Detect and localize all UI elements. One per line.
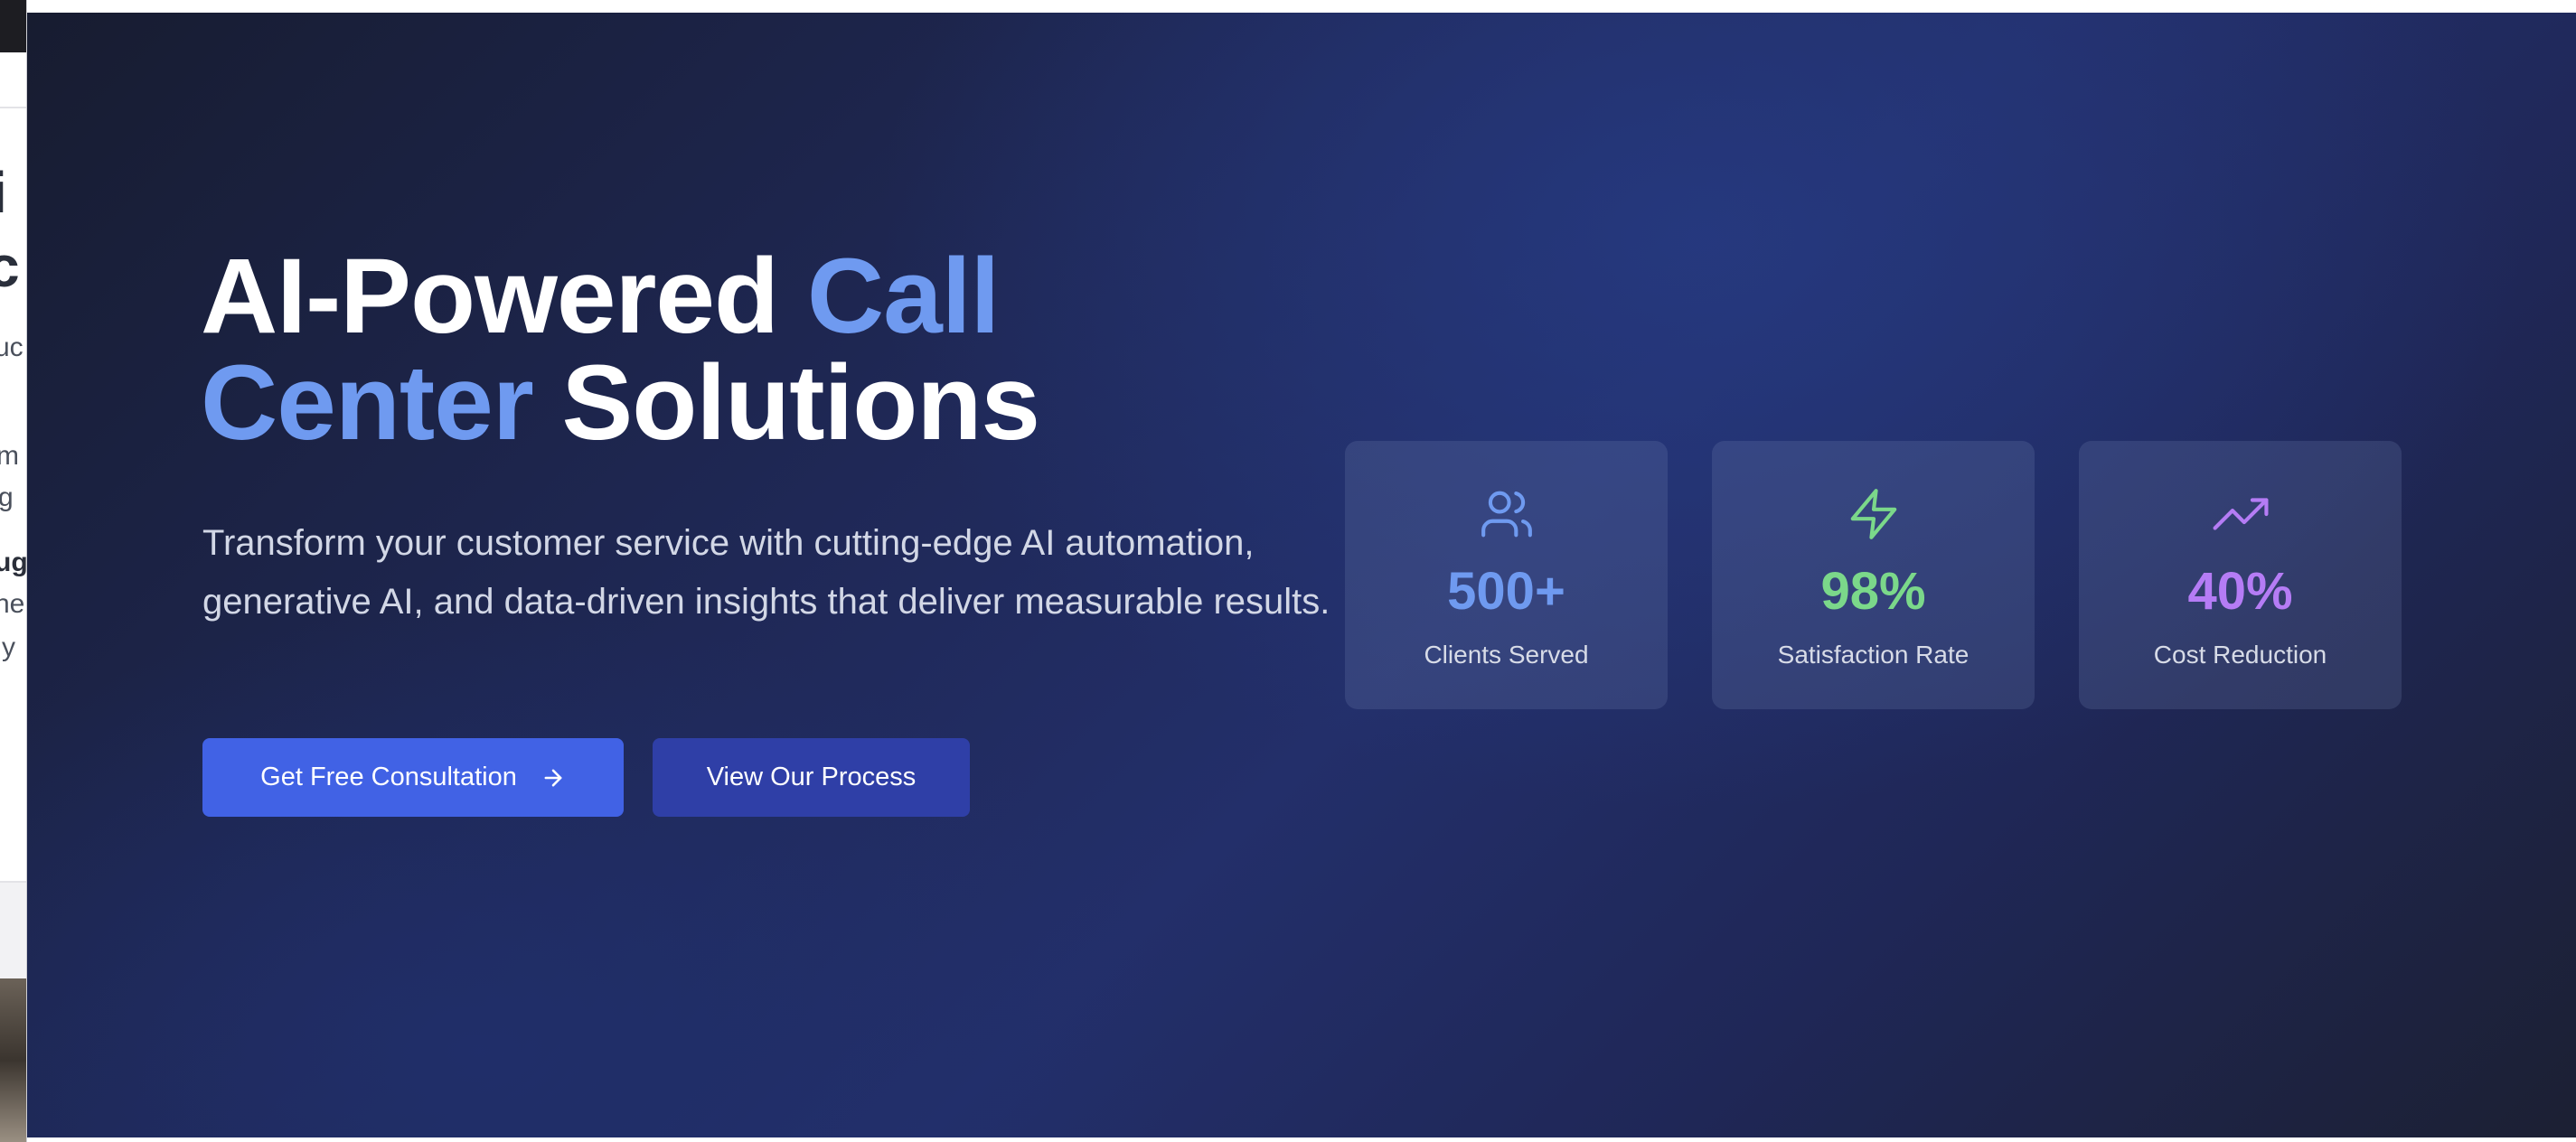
background-text-fragment: m <box>0 441 19 472</box>
background-photo <box>0 978 26 1142</box>
stat-value: 98% <box>1820 562 1926 621</box>
background-text-fragment: y <box>2 632 15 662</box>
stat-value: 500+ <box>1447 562 1565 621</box>
background-text-fragment: uc <box>0 332 24 362</box>
headline-part-2: Solutions <box>532 343 1041 463</box>
headline-accent-2: Center <box>201 343 534 463</box>
headline-accent-1: Call <box>806 237 1000 356</box>
stat-label: Satisfaction Rate <box>1777 641 1970 669</box>
background-text-fragment: g <box>0 482 14 513</box>
stat-card-satisfaction: 98% Satisfaction Rate <box>1712 441 2035 709</box>
get-free-consultation-label: Get Free Consultation <box>260 763 517 791</box>
headline-part-1: AI-Powered <box>201 237 807 356</box>
stat-label: Cost Reduction <box>2153 641 2327 669</box>
hero-section: AI-Powered Call Center Solutions Transfor… <box>27 13 2576 1137</box>
hero-headline: AI-Powered Call Center Solutions <box>201 243 1040 456</box>
background-divider <box>0 107 26 108</box>
get-free-consultation-button[interactable]: Get Free Consultation <box>202 738 624 817</box>
background-text-fragment: he <box>0 589 25 619</box>
background-text-fragment: ug <box>0 548 27 577</box>
background-heading-fragment: c <box>0 233 20 300</box>
stat-card-clients: 500+ Clients Served <box>1345 441 1668 709</box>
stat-label: Clients Served <box>1424 641 1589 669</box>
stat-card-cost: 40% Cost Reduction <box>2079 441 2402 709</box>
background-heading-fragment: i <box>0 159 7 226</box>
stat-value: 40% <box>2187 562 2293 621</box>
background-footer <box>0 881 26 978</box>
view-our-process-button[interactable]: View Our Process <box>653 738 970 817</box>
hero-subtitle: Transform your customer service with cut… <box>202 523 1330 622</box>
users-icon <box>1479 486 1535 542</box>
view-our-process-label: View Our Process <box>706 763 917 791</box>
zap-icon <box>1846 486 1902 542</box>
background-window-topbar <box>0 0 26 52</box>
trending-up-icon <box>2213 486 2269 542</box>
background-window[interactable]: i c uc m g ug he y <box>0 0 27 1142</box>
arrow-right-icon <box>544 769 562 786</box>
